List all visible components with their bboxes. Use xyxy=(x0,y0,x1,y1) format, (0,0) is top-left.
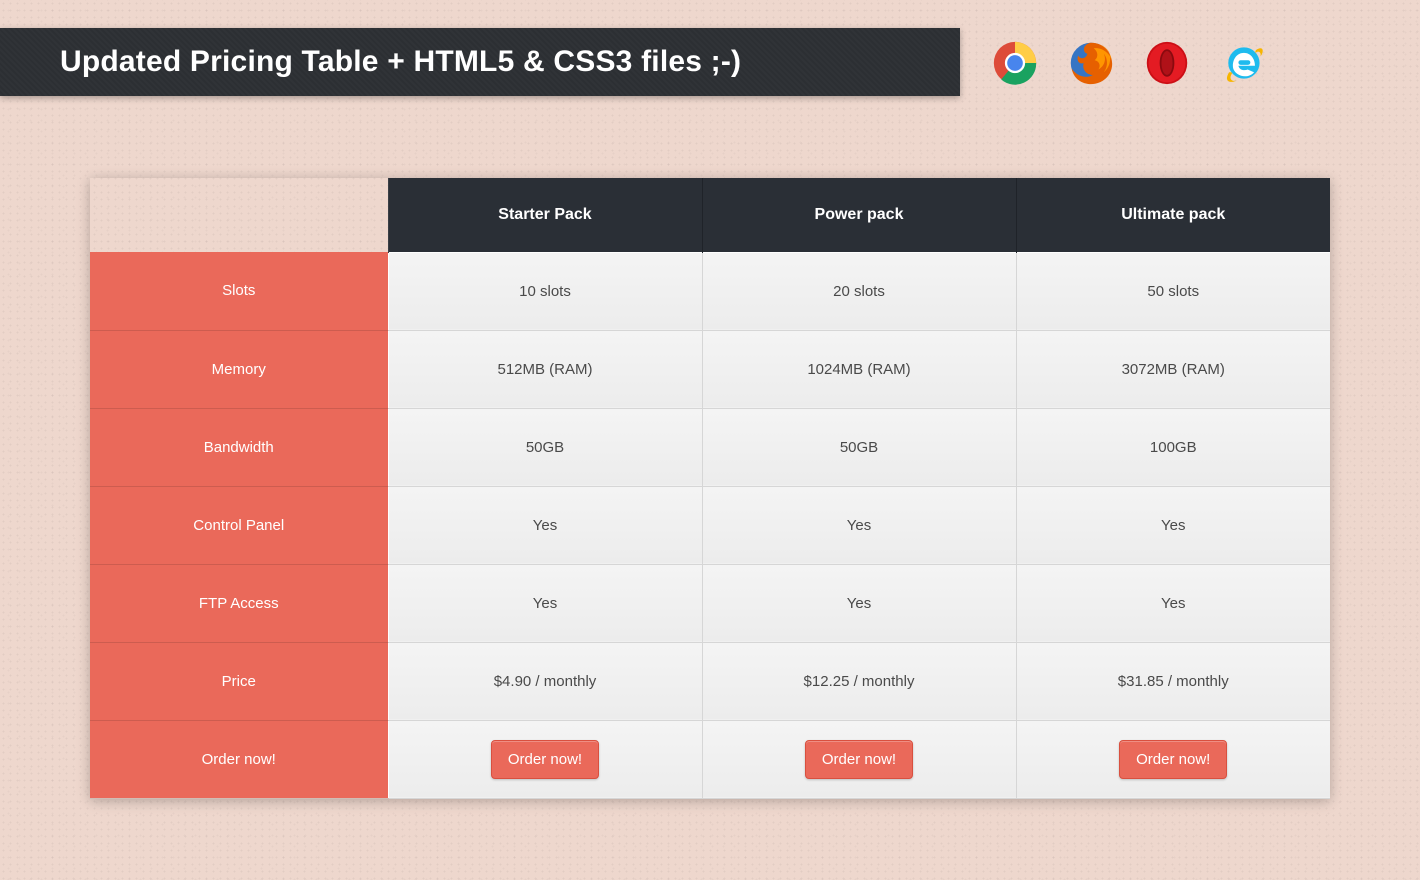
order-button-power[interactable]: Order now! xyxy=(805,740,913,779)
cell-value: 20 slots xyxy=(702,252,1016,330)
firefox-icon xyxy=(1068,40,1114,91)
row-label-memory: Memory xyxy=(90,330,388,408)
order-button-starter[interactable]: Order now! xyxy=(491,740,599,779)
cell-value: 50 slots xyxy=(1016,252,1330,330)
corner-spacer xyxy=(90,178,388,252)
plan-header-starter: Starter Pack xyxy=(388,178,702,252)
cell-value: $12.25 / monthly xyxy=(702,642,1016,720)
opera-icon xyxy=(1144,40,1190,91)
cell-value: Yes xyxy=(388,486,702,564)
cell-order: Order now! xyxy=(1016,720,1330,798)
cell-value: Yes xyxy=(702,564,1016,642)
table-row: Price $4.90 / monthly $12.25 / monthly $… xyxy=(90,642,1330,720)
row-label-ftp-access: FTP Access xyxy=(90,564,388,642)
cell-value: 100GB xyxy=(1016,408,1330,486)
table-row-order: Order now! Order now! Order now! Order n… xyxy=(90,720,1330,798)
plan-header-ultimate: Ultimate pack xyxy=(1016,178,1330,252)
cell-value: Yes xyxy=(388,564,702,642)
plan-header-power: Power pack xyxy=(702,178,1016,252)
browser-icons xyxy=(992,40,1266,91)
row-label-price: Price xyxy=(90,642,388,720)
cell-value: 3072MB (RAM) xyxy=(1016,330,1330,408)
cell-value: 1024MB (RAM) xyxy=(702,330,1016,408)
cell-value: Yes xyxy=(1016,564,1330,642)
cell-value: $31.85 / monthly xyxy=(1016,642,1330,720)
row-label-bandwidth: Bandwidth xyxy=(90,408,388,486)
table-row: Control Panel Yes Yes Yes xyxy=(90,486,1330,564)
chrome-icon xyxy=(992,40,1038,91)
cell-value: Yes xyxy=(1016,486,1330,564)
page-title: Updated Pricing Table + HTML5 & CSS3 fil… xyxy=(60,45,741,79)
cell-order: Order now! xyxy=(702,720,1016,798)
table-row: FTP Access Yes Yes Yes xyxy=(90,564,1330,642)
cell-value: $4.90 / monthly xyxy=(388,642,702,720)
cell-value: 512MB (RAM) xyxy=(388,330,702,408)
pricing-table: Starter Pack Power pack Ultimate pack Sl… xyxy=(90,178,1330,799)
row-label-order: Order now! xyxy=(90,720,388,798)
table-row: Memory 512MB (RAM) 1024MB (RAM) 3072MB (… xyxy=(90,330,1330,408)
row-label-control-panel: Control Panel xyxy=(90,486,388,564)
cell-value: 50GB xyxy=(388,408,702,486)
title-bar: Updated Pricing Table + HTML5 & CSS3 fil… xyxy=(0,28,960,96)
cell-value: Yes xyxy=(702,486,1016,564)
cell-order: Order now! xyxy=(388,720,702,798)
cell-value: 50GB xyxy=(702,408,1016,486)
row-label-slots: Slots xyxy=(90,252,388,330)
order-button-ultimate[interactable]: Order now! xyxy=(1119,740,1227,779)
ie-icon xyxy=(1220,40,1266,91)
plan-header-row: Starter Pack Power pack Ultimate pack xyxy=(90,178,1330,252)
cell-value: 10 slots xyxy=(388,252,702,330)
table-row: Slots 10 slots 20 slots 50 slots xyxy=(90,252,1330,330)
table-row: Bandwidth 50GB 50GB 100GB xyxy=(90,408,1330,486)
